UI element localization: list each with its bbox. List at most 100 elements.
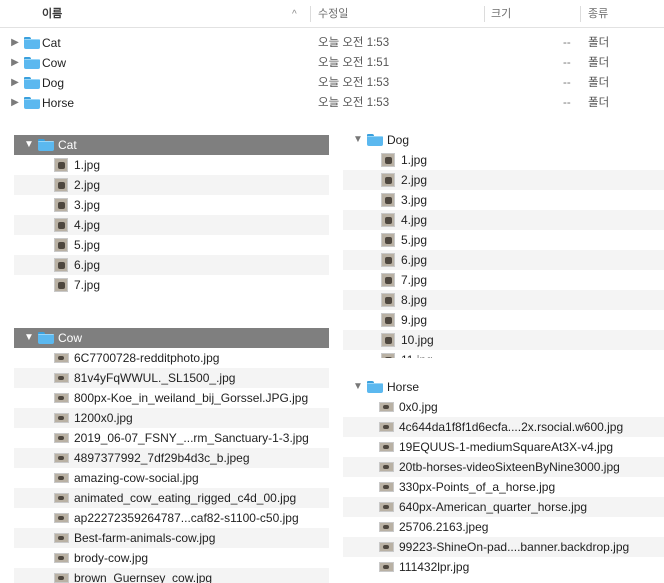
column-date[interactable]: 수정일 (318, 0, 348, 28)
image-thumbnail-icon (379, 562, 394, 572)
column-kind[interactable]: 종류 (588, 0, 608, 28)
folder-icon (367, 134, 383, 146)
image-thumbnail-icon (381, 193, 395, 207)
cow-folder-title: Cow (58, 331, 83, 345)
folder-row-horse[interactable]: ▶ Horse 오늘 오전 1:53 -- 폴더 (0, 93, 664, 113)
image-thumbnail-icon (381, 293, 395, 307)
image-thumbnail-icon (381, 153, 395, 167)
row-kind: 폴더 (588, 97, 610, 109)
image-thumbnail-icon (54, 178, 68, 192)
folder-icon (24, 37, 40, 49)
image-thumbnail-icon (54, 493, 69, 503)
row-size: -- (563, 57, 571, 69)
row-size: -- (563, 97, 571, 109)
image-thumbnail-icon (379, 502, 394, 512)
row-date: 오늘 오전 1:51 (318, 57, 390, 69)
file-name: 330px-Points_of_a_horse.jpg (399, 480, 556, 494)
column-divider[interactable] (484, 6, 485, 22)
file-name: 6C7700728-redditphoto.jpg (74, 351, 220, 365)
file-name: brown_Guernsey_cow.jpg (74, 571, 213, 583)
cat-folder-panel: ▼ Cat 1.jpg 2.jpg 3.jpg 4.jpg 5.jpg 6.jpg 7.jp… (14, 135, 329, 295)
image-thumbnail-icon (54, 453, 69, 463)
row-name: Dog (42, 76, 65, 90)
folder-icon (24, 77, 40, 89)
row-name: Cow (42, 56, 67, 70)
image-thumbnail-icon (54, 573, 69, 583)
file-name: 11.jpg (401, 350, 433, 358)
image-thumbnail-icon (54, 258, 68, 272)
image-thumbnail-icon (381, 313, 395, 327)
image-thumbnail-icon (54, 433, 69, 443)
row-size: -- (563, 37, 571, 49)
disclosure-open-icon[interactable]: ▼ (24, 135, 34, 155)
file-name: 5.jpg (401, 233, 428, 247)
image-thumbnail-icon (54, 413, 69, 423)
file-name: animated_cow_eating_rigged_c4d_00.jpg (74, 491, 297, 505)
image-thumbnail-icon (379, 402, 394, 412)
disclosure-closed-icon[interactable]: ▶ (10, 93, 20, 113)
cow-folder-panel: ▼ Cow 6C7700728-redditphoto.jpg 81v4yFqWW… (14, 328, 329, 583)
image-thumbnail-icon (54, 473, 69, 483)
file-name: 1200x0.jpg (74, 411, 133, 425)
row-date: 오늘 오전 1:53 (318, 37, 390, 49)
file-name: 19EQUUS-1-mediumSquareAt3X-v4.jpg (399, 440, 614, 454)
folder-row-dog[interactable]: ▶ Dog 오늘 오전 1:53 -- 폴더 (0, 73, 664, 93)
file-name: 1.jpg (74, 158, 101, 172)
disclosure-open-icon[interactable]: ▼ (353, 130, 363, 150)
file-name: 2019_06-07_FSNY_...rm_Sanctuary-1-3.jpg (74, 431, 309, 445)
file-name: 2.jpg (74, 178, 101, 192)
file-name: 9.jpg (401, 313, 428, 327)
image-thumbnail-icon (381, 253, 395, 267)
column-size[interactable]: 크기 (491, 0, 511, 28)
cat-folder-title: Cat (58, 138, 77, 152)
folder-row-cat[interactable]: ▶ Cat 오늘 오전 1:53 -- 폴더 (0, 33, 664, 53)
horse-folder-header[interactable]: ▼ Horse (343, 377, 664, 397)
row-size: -- (563, 77, 571, 89)
disclosure-closed-icon[interactable]: ▶ (10, 33, 20, 53)
image-thumbnail-icon (379, 542, 394, 552)
row-date: 오늘 오전 1:53 (318, 97, 390, 109)
file-name: 2.jpg (401, 173, 428, 187)
image-thumbnail-icon (379, 422, 394, 432)
file-name: Best-farm-animals-cow.jpg (74, 531, 216, 545)
disclosure-open-icon[interactable]: ▼ (353, 377, 363, 397)
sort-ascending-icon[interactable]: ^ (292, 9, 297, 20)
image-thumbnail-icon (379, 442, 394, 452)
row-name: Horse (42, 96, 75, 110)
disclosure-closed-icon[interactable]: ▶ (10, 53, 20, 73)
image-thumbnail-icon (54, 238, 68, 252)
cow-folder-header[interactable]: ▼ Cow (14, 328, 329, 348)
file-name: ap22272359264787...caf82-s1100-c50.jpg (74, 511, 299, 525)
file-name: 3.jpg (74, 198, 101, 212)
image-thumbnail-icon (379, 522, 394, 532)
image-thumbnail-icon (54, 158, 68, 172)
row-date: 오늘 오전 1:53 (318, 77, 390, 89)
row-name: Cat (42, 36, 61, 50)
file-name: 111432lpr.jpg (399, 560, 470, 574)
file-name: amazing-cow-social.jpg (74, 471, 199, 485)
image-thumbnail-icon (54, 513, 69, 523)
disclosure-closed-icon[interactable]: ▶ (10, 73, 20, 93)
file-name: brody-cow.jpg (74, 551, 149, 565)
file-name: 10.jpg (401, 333, 434, 347)
column-divider[interactable] (580, 6, 581, 22)
dog-folder-header[interactable]: ▼ Dog (343, 130, 664, 150)
image-thumbnail-icon (381, 353, 395, 358)
file-name: 4c644da1f8f1d6ecfa....2x.rsocial.w600.jp… (399, 420, 624, 434)
image-thumbnail-icon (54, 553, 69, 563)
image-thumbnail-icon (54, 533, 69, 543)
column-name[interactable]: 이름 (42, 0, 62, 28)
file-name: 81v4yFqWWUL._SL1500_.jpg (74, 371, 236, 385)
horse-folder-title: Horse (387, 380, 420, 394)
cat-folder-header[interactable]: ▼ Cat (14, 135, 329, 155)
horse-folder-panel: ▼ Horse 0x0.jpg 4c644da1f8f1d6ecfa....2x.… (343, 377, 664, 583)
disclosure-open-icon[interactable]: ▼ (24, 328, 34, 348)
column-header: 이름 ^ 수정일 크기 종류 (0, 0, 664, 28)
image-thumbnail-icon (381, 213, 395, 227)
folder-row-cow[interactable]: ▶ Cow 오늘 오전 1:51 -- 폴더 (0, 53, 664, 73)
image-thumbnail-icon (54, 353, 69, 363)
file-name: 4.jpg (401, 213, 428, 227)
column-divider[interactable] (310, 6, 311, 22)
dog-folder-panel: ▼ Dog 1.jpg 2.jpg 3.jpg 4.jpg 5.jpg 6.jpg 7.jp… (343, 130, 664, 358)
dog-folder-title: Dog (387, 133, 410, 147)
